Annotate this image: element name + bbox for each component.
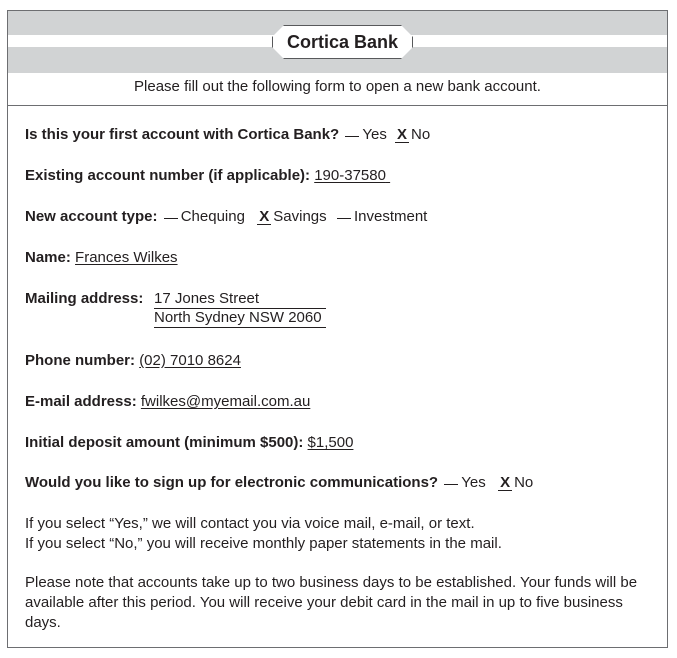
first-account-yes-blank[interactable] xyxy=(345,135,360,137)
first-account-no-label: No xyxy=(411,126,431,143)
chequing-label: Chequing xyxy=(180,208,245,225)
electronic-no-label: No xyxy=(514,474,534,491)
phone-row: Phone number: (02) 7010 8624 xyxy=(25,352,241,369)
savings-mark[interactable]: X xyxy=(257,209,272,225)
name-label: Name: xyxy=(25,249,71,266)
email-label: E-mail address: xyxy=(25,393,137,410)
account-type-label: New account type: xyxy=(25,208,158,225)
email-field[interactable]: fwilkes@myemail.com.au xyxy=(141,393,310,410)
name-row: Name: Frances Wilkes xyxy=(25,249,178,266)
existing-account-row: Existing account number (if applicable):… xyxy=(25,167,390,184)
investment-blank[interactable] xyxy=(336,217,351,219)
first-account-row: Is this your first account with Cortica … xyxy=(25,126,430,143)
no-note: If you select “No,” you will receive mon… xyxy=(25,535,502,552)
mailing-address-row: Mailing address: xyxy=(25,290,143,307)
deposit-field[interactable]: $1,500 xyxy=(308,434,354,451)
electronic-row: Would you like to sign up for electronic… xyxy=(25,474,533,491)
savings-label: Savings xyxy=(273,208,327,225)
existing-account-field[interactable]: 190-37580 xyxy=(314,167,386,184)
electronic-label: Would you like to sign up for electronic… xyxy=(25,474,439,491)
phone-field[interactable]: (02) 7010 8624 xyxy=(139,352,241,369)
account-type-row: New account type: Chequing X Savings Inve… xyxy=(25,208,427,225)
name-field[interactable]: Frances Wilkes xyxy=(75,249,178,266)
address-line-1[interactable]: 17 Jones Street xyxy=(154,290,326,309)
account-form: Cortica Bank Please fill out the followi… xyxy=(7,10,668,648)
notes-selection: If you select “Yes,” we will contact you… xyxy=(25,514,655,554)
mailing-address-label: Mailing address: xyxy=(25,290,144,307)
electronic-yes-blank[interactable] xyxy=(444,483,459,485)
electronic-yes-label: Yes xyxy=(461,474,486,491)
yes-note: If you select “Yes,” we will contact you… xyxy=(25,515,475,532)
bank-name-title: Cortica Bank xyxy=(272,25,413,59)
header-band: Cortica Bank xyxy=(8,11,667,73)
phone-label: Phone number: xyxy=(25,352,136,369)
first-account-no-mark[interactable]: X xyxy=(395,127,410,143)
mailing-address-field[interactable]: 17 Jones Street North Sydney NSW 2060 xyxy=(154,290,326,328)
electronic-no-mark[interactable]: X xyxy=(498,475,513,491)
chequing-blank[interactable] xyxy=(163,217,178,219)
first-account-label: Is this your first account with Cortica … xyxy=(25,126,340,143)
first-account-yes-label: Yes xyxy=(362,126,387,143)
email-row: E-mail address: fwilkes@myemail.com.au xyxy=(25,393,310,410)
divider xyxy=(8,105,667,106)
form-intro: Please fill out the following form to op… xyxy=(134,78,541,95)
processing-note: Please note that accounts take up to two… xyxy=(25,574,638,631)
existing-account-label: Existing account number (if applicable): xyxy=(25,167,311,184)
deposit-row: Initial deposit amount (minimum $500): $… xyxy=(25,434,353,451)
deposit-label: Initial deposit amount (minimum $500): xyxy=(25,434,304,451)
address-line-2[interactable]: North Sydney NSW 2060 xyxy=(154,309,326,328)
investment-label: Investment xyxy=(353,208,428,225)
